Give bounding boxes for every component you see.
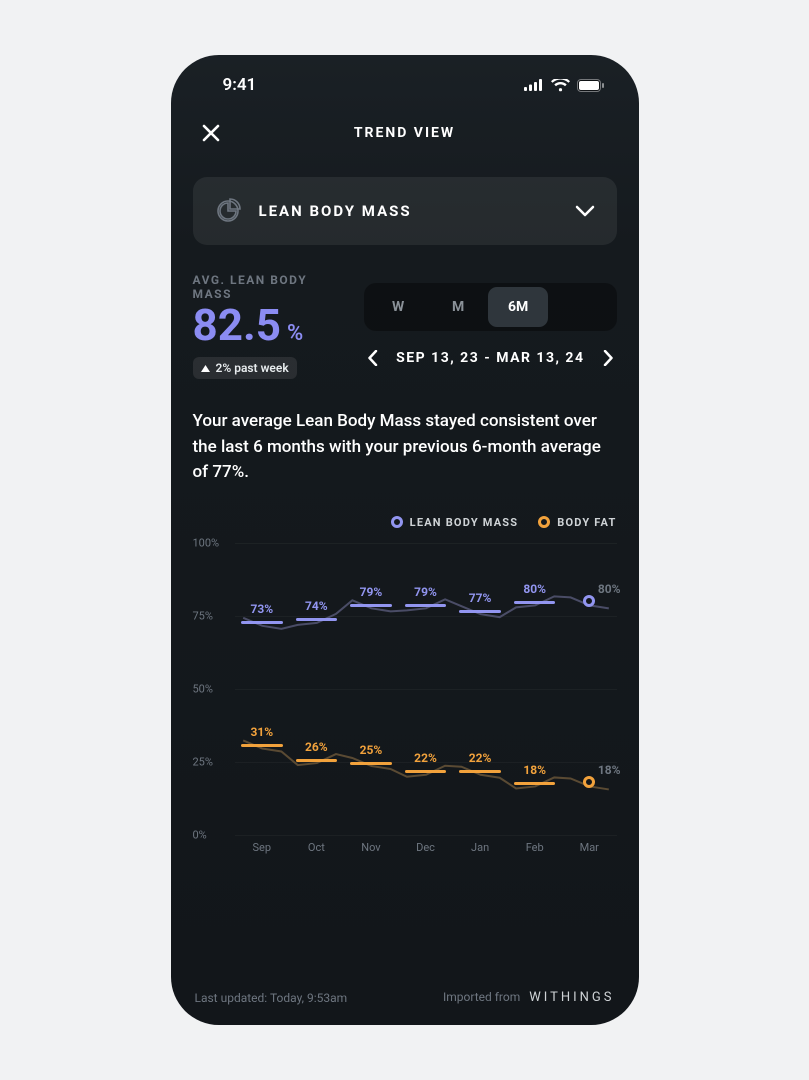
source-brand: WITHINGS — [529, 990, 614, 1005]
delta-text: 2% past week — [216, 361, 289, 375]
delta-badge: 2% past week — [193, 357, 297, 379]
status-icons — [524, 79, 605, 92]
metric-selector-label: LEAN BODY MASS — [259, 202, 557, 220]
stat-unit: % — [287, 321, 303, 346]
series-bar — [296, 759, 337, 762]
header: TREND VIEW — [171, 107, 639, 159]
date-nav: SEP 13, 23 - MAR 13, 24 — [364, 349, 616, 367]
content: LEAN BODY MASS AVG. LEAN BODY MASS 82.5 … — [171, 159, 639, 972]
status-time: 9:41 — [223, 75, 257, 95]
y-tick: 75% — [193, 609, 213, 622]
legend-item: LEAN BODY MASS — [391, 516, 519, 529]
stat-caption: AVG. LEAN BODY MASS — [193, 273, 349, 301]
chevron-right-icon — [603, 350, 613, 366]
series-end-label: 18% — [598, 763, 621, 777]
chevron-down-icon — [575, 205, 595, 217]
series-squiggle — [235, 543, 617, 835]
legend-item: BODY FAT — [538, 516, 616, 529]
pie-chart-icon — [215, 198, 241, 224]
x-tick: Dec — [398, 841, 453, 863]
right-col: WM6M SEP 13, 23 - MAR 13, 24 — [364, 273, 616, 367]
wifi-icon — [551, 79, 570, 92]
series-value-label: 26% — [305, 740, 328, 757]
segment-m[interactable]: M — [428, 287, 488, 327]
segment-w[interactable]: W — [368, 287, 428, 327]
date-prev-button[interactable] — [364, 349, 382, 367]
series-value-label: 22% — [414, 751, 437, 768]
series-value-label: 31% — [250, 725, 273, 742]
x-tick: Jan — [453, 841, 508, 863]
y-tick: 25% — [193, 755, 213, 768]
series-value-label: 25% — [360, 743, 383, 760]
chart: 0%25%50%75%100%73%74%79%79%77%80%80%31%2… — [193, 543, 617, 863]
y-tick: 0% — [193, 828, 207, 841]
imported-from: Imported from WITHINGS — [443, 990, 615, 1005]
series-bar — [459, 770, 500, 773]
legend-label: LEAN BODY MASS — [410, 516, 519, 529]
stat-value: 82.5 % — [193, 303, 349, 347]
stat-block: AVG. LEAN BODY MASS 82.5 % 2% past week — [193, 273, 349, 379]
status-bar: 9:41 — [171, 55, 639, 107]
legend-dot-icon — [538, 516, 550, 528]
battery-icon — [577, 79, 605, 92]
legend-dot-icon — [391, 516, 403, 528]
y-tick: 50% — [193, 682, 213, 695]
series-bar — [241, 744, 282, 747]
footer: Last updated: Today, 9:53am Imported fro… — [171, 972, 639, 1025]
stage: 9:41 TREND VIEW LEAN BODY MASS AVG. LEAN — [0, 0, 809, 1080]
x-tick: Nov — [344, 841, 399, 863]
segment-6m[interactable]: 6M — [488, 287, 548, 327]
x-tick: Feb — [507, 841, 562, 863]
chart-legend: LEAN BODY MASS BODY FAT — [193, 516, 617, 529]
last-updated: Last updated: Today, 9:53am — [195, 991, 348, 1005]
metric-selector[interactable]: LEAN BODY MASS — [193, 177, 617, 245]
legend-label: BODY FAT — [557, 516, 616, 529]
phone-frame: 9:41 TREND VIEW LEAN BODY MASS AVG. LEAN — [171, 55, 639, 1025]
series-bar — [514, 782, 555, 785]
date-next-button[interactable] — [599, 349, 617, 367]
page-title: TREND VIEW — [171, 125, 639, 141]
stat-row: AVG. LEAN BODY MASS 82.5 % 2% past week … — [193, 273, 617, 379]
cellular-icon — [524, 79, 544, 91]
gridline — [235, 835, 617, 836]
y-tick: 100% — [193, 536, 220, 549]
caret-up-icon — [201, 365, 210, 372]
series-value-label: 22% — [469, 751, 492, 768]
range-segmented: WM6M — [364, 283, 616, 331]
x-tick: Oct — [289, 841, 344, 863]
summary-text: Your average Lean Body Mass stayed consi… — [193, 409, 617, 486]
x-axis: SepOctNovDecJanFebMar — [235, 841, 617, 863]
plot-area: 73%74%79%79%77%80%80%31%26%25%22%22%18%1… — [235, 543, 617, 835]
close-icon — [201, 123, 221, 143]
series-value-label: 18% — [523, 763, 546, 780]
x-tick: Mar — [562, 841, 617, 863]
imported-prefix: Imported from — [443, 990, 520, 1004]
date-range: SEP 13, 23 - MAR 13, 24 — [396, 350, 584, 366]
series-end-dot — [583, 776, 595, 788]
series-bar — [405, 770, 446, 773]
series-bar — [350, 762, 391, 765]
x-tick: Sep — [235, 841, 290, 863]
chevron-left-icon — [368, 350, 378, 366]
stat-number: 82.5 — [193, 303, 282, 347]
close-button[interactable] — [195, 117, 227, 149]
